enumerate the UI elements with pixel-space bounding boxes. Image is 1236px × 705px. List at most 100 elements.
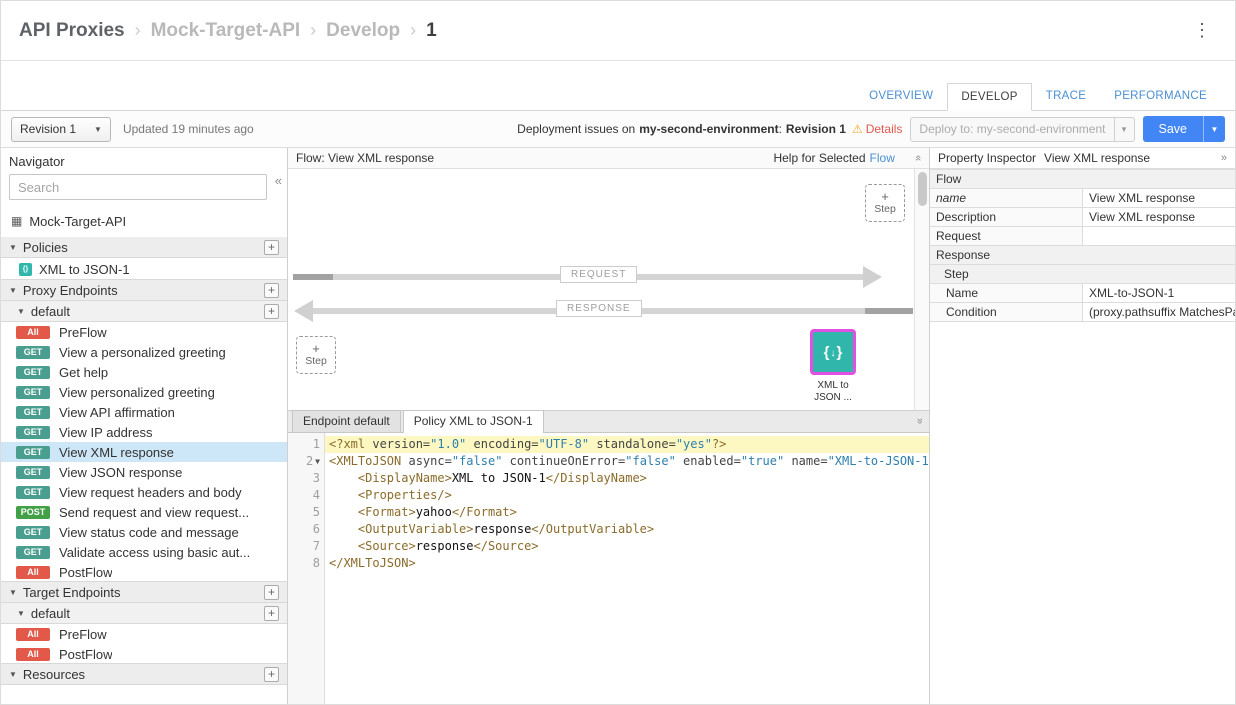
- inspector-field-value[interactable]: [1083, 227, 1236, 246]
- scrollbar-thumb[interactable]: [918, 172, 927, 206]
- nav-flow-preflow[interactable]: AllPreFlow: [1, 322, 287, 342]
- method-badge: GET: [16, 426, 50, 439]
- section-label: Policies: [23, 240, 68, 255]
- nav-section-policies[interactable]: ▼Policies+: [1, 237, 287, 258]
- add-button[interactable]: +: [264, 585, 279, 600]
- flow-label: View JSON response: [59, 465, 182, 480]
- section-label: Target Endpoints: [23, 585, 121, 600]
- method-badge: GET: [16, 346, 50, 359]
- add-step-button-request[interactable]: + Step: [296, 336, 336, 374]
- code-tab-policy-xml-to-json-1[interactable]: Policy XML to JSON-1: [403, 410, 544, 433]
- revision-select[interactable]: Revision 1 ▼: [11, 117, 111, 142]
- nav-flow-view-personalized-greeting[interactable]: GETView personalized greeting: [1, 382, 287, 402]
- tab-overview[interactable]: OVERVIEW: [855, 82, 947, 110]
- nav-flow-view-ip-address[interactable]: GETView IP address: [1, 422, 287, 442]
- code-line[interactable]: <?xml version="1.0" encoding="UTF-8" sta…: [325, 436, 929, 453]
- inspector-header: Property Inspector View XML response »: [930, 148, 1235, 169]
- code-line[interactable]: <XMLToJSON async="false" continueOnError…: [325, 453, 929, 470]
- inspector-field-value[interactable]: View XML response: [1083, 208, 1236, 227]
- nav-section-resources[interactable]: ▼Resources+: [1, 663, 287, 685]
- nav-policy-xml-to-json-1[interactable]: {}XML to JSON-1: [1, 258, 287, 280]
- method-badge: GET: [16, 406, 50, 419]
- chevron-down-icon[interactable]: ▼: [1114, 118, 1134, 141]
- nav-flow-postflow[interactable]: AllPostFlow: [1, 562, 287, 582]
- method-badge: GET: [16, 466, 50, 479]
- add-step-button-response[interactable]: + Step: [865, 184, 905, 222]
- nav-subsection-default[interactable]: ▼default+: [1, 300, 287, 322]
- breadcrumb-develop[interactable]: Develop: [326, 20, 400, 42]
- add-button[interactable]: +: [264, 304, 279, 319]
- breadcrumb: API Proxies › Mock-Target-API › Develop …: [19, 20, 437, 42]
- triangle-down-icon: ▼: [9, 670, 17, 679]
- navigator-search: [9, 174, 267, 200]
- method-badge: GET: [16, 526, 50, 539]
- collapse-flow-panel-icon[interactable]: «: [912, 155, 924, 161]
- code-line[interactable]: <OutputVariable>response</OutputVariable…: [325, 521, 929, 538]
- code-line[interactable]: <DisplayName>XML to JSON-1</DisplayName>: [325, 470, 929, 487]
- tab-performance[interactable]: PERFORMANCE: [1100, 82, 1221, 110]
- details-link[interactable]: Details: [866, 122, 903, 136]
- line-number: 4: [288, 487, 324, 504]
- expand-code-panel-icon[interactable]: «: [914, 418, 926, 424]
- breadcrumb-api-proxies[interactable]: API Proxies: [19, 20, 125, 42]
- navigator-root-item[interactable]: ▦ Mock-Target-API: [1, 209, 287, 233]
- nav-flow-validate-access-using-basic-aut[interactable]: GETValidate access using basic aut...: [1, 542, 287, 562]
- inspector-section-label: Response: [930, 246, 1235, 265]
- nav-flow-view-request-headers-and-body[interactable]: GETView request headers and body: [1, 482, 287, 502]
- collapse-navigator-icon[interactable]: «: [275, 173, 282, 188]
- flow-label: Validate access using basic aut...: [59, 545, 250, 560]
- breadcrumb-proxy-name[interactable]: Mock-Target-API: [151, 20, 301, 42]
- tab-trace[interactable]: TRACE: [1032, 82, 1100, 110]
- search-input[interactable]: [9, 174, 267, 200]
- code-line[interactable]: </XMLToJSON>: [325, 555, 929, 572]
- nav-subsection-default[interactable]: ▼default+: [1, 602, 287, 624]
- kebab-menu-icon[interactable]: ⋮: [1187, 20, 1217, 41]
- nav-flow-preflow[interactable]: AllPreFlow: [1, 624, 287, 644]
- inspector-field-value[interactable]: (proxy.pathsuffix MatchesPath "/x: [1083, 303, 1236, 322]
- tab-develop[interactable]: DEVELOP: [947, 83, 1031, 111]
- add-button[interactable]: +: [264, 240, 279, 255]
- add-button[interactable]: +: [264, 667, 279, 682]
- nav-flow-view-api-affirmation[interactable]: GETView API affirmation: [1, 402, 287, 422]
- inspector-field-label: name: [930, 189, 1083, 208]
- code-lines[interactable]: <?xml version="1.0" encoding="UTF-8" sta…: [325, 433, 929, 704]
- expand-inspector-icon[interactable]: »: [1221, 152, 1227, 164]
- add-button[interactable]: +: [264, 606, 279, 621]
- xml-to-json-policy-node[interactable]: {↓}: [810, 329, 856, 375]
- code-tab-endpoint-default[interactable]: Endpoint default: [292, 410, 401, 432]
- code-line[interactable]: <Format>yahoo</Format>: [325, 504, 929, 521]
- nav-flow-view-xml-response[interactable]: GETView XML response: [1, 442, 287, 462]
- nav-flow-view-a-personalized-greeting[interactable]: GETView a personalized greeting: [1, 342, 287, 362]
- xml-code-editor[interactable]: 12▼345678 <?xml version="1.0" encoding="…: [288, 433, 929, 704]
- flow-panel: Flow: View XML response Help for Selecte…: [288, 148, 929, 411]
- nav-flow-view-status-code-and-message[interactable]: GETView status code and message: [1, 522, 287, 542]
- save-dropdown-button[interactable]: ▼: [1203, 116, 1225, 142]
- deployment-environment: my-second-environment: [639, 122, 778, 136]
- nav-flow-view-json-response[interactable]: GET View JSON response: [1, 462, 287, 482]
- fold-icon[interactable]: ▼: [315, 453, 320, 470]
- line-number-gutter: 12▼345678: [288, 433, 325, 704]
- step-button-label: Step: [305, 355, 327, 368]
- inspector-row-description: DescriptionView XML response: [930, 208, 1235, 227]
- deploy-to-select-value: Deploy to: my-second-environment: [911, 122, 1113, 136]
- nav-section-target-endpoints[interactable]: ▼Target Endpoints+: [1, 581, 287, 603]
- plus-icon: +: [312, 343, 320, 355]
- inspector-field-value[interactable]: View XML response: [1083, 189, 1236, 208]
- nav-flow-send-request-and-view-request[interactable]: POSTSend request and view request...: [1, 502, 287, 522]
- code-line[interactable]: <Properties/>: [325, 487, 929, 504]
- line-number: 1: [288, 436, 324, 453]
- deploy-to-select[interactable]: Deploy to: my-second-environment ▼: [910, 117, 1134, 142]
- add-button[interactable]: +: [264, 283, 279, 298]
- inspector-row-name: nameView XML response: [930, 189, 1235, 208]
- nav-flow-get-help[interactable]: GETGet help: [1, 362, 287, 382]
- nav-section-proxy-endpoints[interactable]: ▼Proxy Endpoints+: [1, 279, 287, 301]
- inspector-field-value[interactable]: XML-to-JSON-1: [1083, 284, 1236, 303]
- help-flow-link[interactable]: Flow: [870, 151, 895, 165]
- save-button[interactable]: Save: [1143, 116, 1204, 142]
- nav-flow-postflow[interactable]: AllPostFlow: [1, 644, 287, 664]
- code-line[interactable]: <Source>response</Source>: [325, 538, 929, 555]
- flow-canvas: + Step REQUEST RESPONSE + Step: [288, 169, 929, 410]
- method-badge: All: [16, 628, 50, 641]
- line-number: 8: [288, 555, 324, 572]
- method-badge: GET: [16, 486, 50, 499]
